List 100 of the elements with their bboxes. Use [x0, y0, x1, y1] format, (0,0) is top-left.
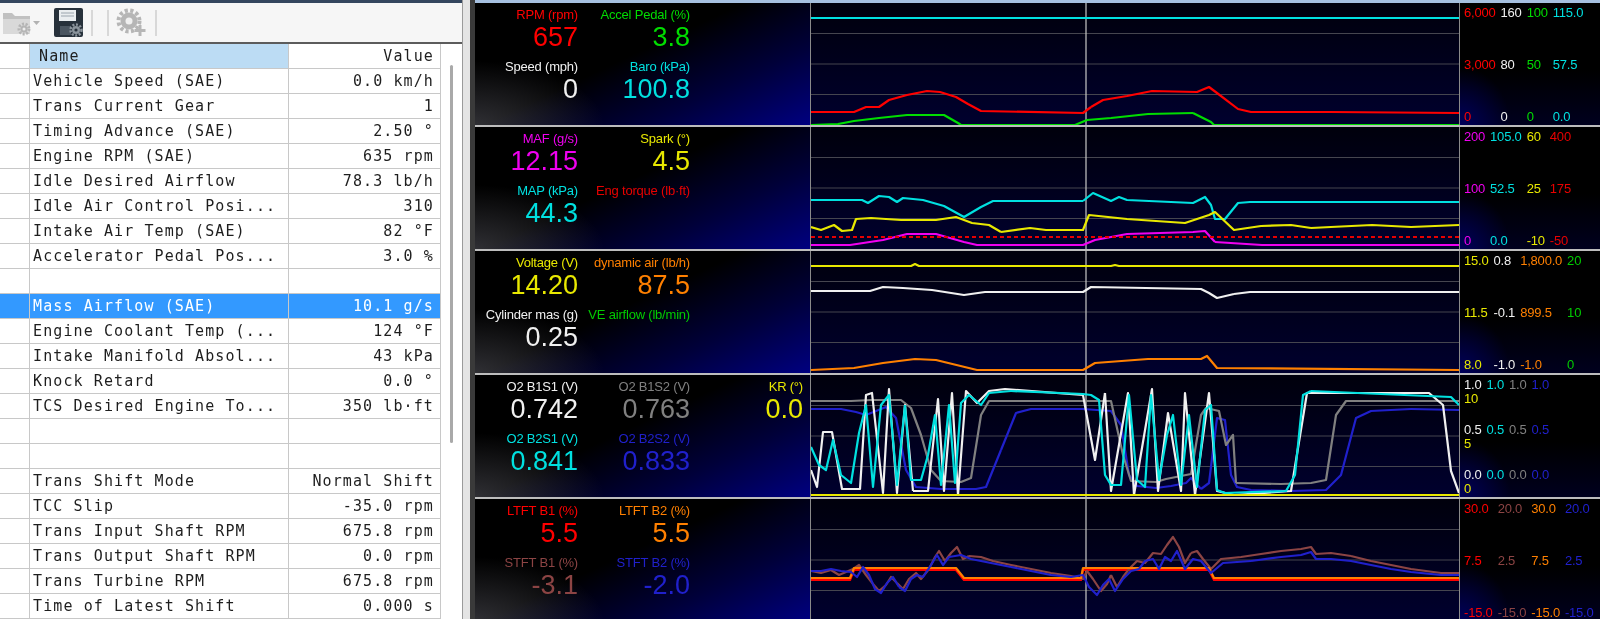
- axis-label: 1.0: [1508, 378, 1527, 392]
- axis-label: -1.0: [1520, 358, 1543, 372]
- axis-label: 0: [1464, 234, 1473, 248]
- axis-label: 0.5: [1508, 423, 1527, 437]
- gauge-label: Accel Pedal (%): [600, 7, 690, 22]
- gauge-label: dynamic air (lb/h): [593, 255, 690, 270]
- table-row[interactable]: TCS Desired Engine To... 350 lb·ft: [0, 394, 441, 419]
- table-row[interactable]: Trans Shift Mode Normal Shift: [0, 469, 441, 494]
- gauge-value: 0.0: [765, 394, 803, 425]
- gauge-value: 0.763: [622, 394, 690, 425]
- gauge-label: Speed (mph): [505, 59, 578, 74]
- axis-label: 6,000: [1464, 6, 1496, 20]
- axis-label: 10: [1464, 392, 1480, 406]
- gauge-label: MAF (g/s): [522, 131, 578, 146]
- axis-label: 175: [1549, 182, 1571, 196]
- scrollbar-thumb[interactable]: [450, 65, 453, 443]
- gauge-label: MAP (kPa): [517, 183, 578, 198]
- axis-label: 15.0: [1464, 254, 1489, 268]
- table-row[interactable]: TCC Slip -35.0 rpm: [0, 494, 441, 519]
- table-row[interactable]: Idle Air Control Posi... 310: [0, 194, 441, 219]
- table-row[interactable]: Knock Retard 0.0 °: [0, 369, 441, 394]
- gauge-label: LTFT B1 (%): [507, 503, 578, 518]
- axis-label: 10: [1567, 306, 1582, 320]
- axis-label: 80: [1500, 58, 1516, 72]
- table-row[interactable]: Timing Advance (SAE) 2.50 °: [0, 119, 441, 144]
- axis-label: 1.0: [1486, 378, 1504, 392]
- table-row[interactable]: [0, 419, 441, 444]
- table-row[interactable]: Time of Latest Shift 0.000 s: [0, 594, 441, 619]
- axis-label: 20: [1567, 254, 1582, 268]
- gauge-label: Spark (°): [640, 131, 690, 146]
- axis-label: 100: [1526, 6, 1548, 20]
- table-row[interactable]: Accelerator Pedal Pos... 3.0 %: [0, 244, 441, 269]
- axis-label: 105.0: [1490, 130, 1522, 144]
- gauge-value: 3.8: [652, 22, 690, 53]
- gauge-value: 0.833: [622, 446, 690, 477]
- axis-label: 7.5: [1464, 554, 1483, 568]
- gauge-label: Baro (kPa): [629, 59, 690, 74]
- gauge-label: O2 B2S2 (V): [618, 431, 690, 446]
- axis-label: -15.0: [1564, 606, 1594, 619]
- table-row[interactable]: Idle Desired Airflow 78.3 lb/h: [0, 169, 441, 194]
- gauge-label: RPM (rpm): [516, 7, 578, 22]
- gauge-value: -2.0: [643, 570, 690, 601]
- gauge-label: STFT B1 (%): [504, 555, 578, 570]
- axis-label: 0: [1500, 110, 1509, 124]
- gauge-label: O2 B1S2 (V): [618, 379, 690, 394]
- axis-label: 1.0: [1464, 378, 1482, 392]
- gauge-label: O2 B1S1 (V): [506, 379, 578, 394]
- axis-label: 60: [1526, 130, 1542, 144]
- axis-label: 30.0: [1531, 502, 1557, 516]
- axis-label: 7.5: [1531, 554, 1550, 568]
- table-row[interactable]: Engine Coolant Temp (... 124 °F: [0, 319, 441, 344]
- axis-label: 3,000: [1464, 58, 1496, 72]
- axis-label: -50: [1549, 234, 1570, 248]
- column-header[interactable]: Value: [289, 44, 441, 69]
- axis-label: 160: [1500, 6, 1522, 20]
- table-row[interactable]: Trans Turbine RPM 675.8 rpm: [0, 569, 441, 594]
- gauge-value: 5.5: [652, 518, 690, 549]
- table-cell: Time of Latest Shift: [30, 594, 289, 619]
- gauge-value: 0.841: [510, 446, 578, 477]
- save-button[interactable]: [54, 8, 83, 37]
- axis-label: 1,800.0: [1520, 254, 1563, 268]
- axis-label: 11.5: [1464, 306, 1489, 320]
- table-row[interactable]: Trans Current Gear 1: [0, 94, 441, 119]
- table-row[interactable]: Engine RPM (SAE) 635 rpm: [0, 144, 441, 169]
- axis-label: 0: [1526, 110, 1535, 124]
- gauge-label: Eng torque (lb·ft): [596, 183, 690, 198]
- table-row[interactable]: Vehicle Speed (SAE) 0.0 km/h: [0, 69, 441, 94]
- axis-label: 0: [1567, 358, 1576, 372]
- axis-label: 0.0: [1464, 468, 1482, 482]
- axis-label: 20.0: [1497, 502, 1524, 516]
- axis-label: 8.0: [1464, 358, 1483, 372]
- gear-plus-icon: [115, 8, 147, 37]
- axis-label: -15.0: [1497, 606, 1527, 619]
- gauge-value: 12.15: [510, 146, 578, 177]
- gauge-label: Cylinder mas (g): [485, 307, 578, 322]
- table-row[interactable]: Intake Air Temp (SAE) 82 °F: [0, 219, 441, 244]
- axis-label: -10: [1526, 234, 1545, 248]
- axis-label: 52.5: [1490, 182, 1516, 196]
- axis-label: -0.1: [1493, 306, 1516, 320]
- axis-label: 0.0: [1508, 468, 1527, 482]
- axis-label: 50: [1526, 58, 1542, 72]
- table-row[interactable]: Intake Manifold Absol... 43 kPa: [0, 344, 441, 369]
- gauge-label: O2 B2S1 (V): [506, 431, 578, 446]
- gauge-value: 0.742: [510, 394, 578, 425]
- axis-label: 2.5: [1564, 554, 1584, 568]
- column-header[interactable]: Name: [30, 44, 289, 69]
- axis-label: 115.0: [1552, 6, 1584, 20]
- splitter-bar[interactable]: [463, 0, 475, 619]
- gauge-value: 100.8: [622, 74, 690, 105]
- axis-label: 5: [1464, 437, 1473, 451]
- axis-label: 1.0: [1531, 378, 1549, 392]
- axis-label: 0.5: [1486, 423, 1504, 437]
- axis-label: 0: [1464, 482, 1473, 496]
- table-row[interactable]: Trans Input Shaft RPM 675.8 rpm: [0, 519, 441, 544]
- gauge-value: 0.25: [525, 322, 578, 353]
- axis-label: 57.5: [1552, 58, 1579, 72]
- axis-label: -1.0: [1493, 358, 1516, 372]
- table-row[interactable]: Trans Output Shaft RPM 0.0 rpm: [0, 544, 441, 569]
- table-row[interactable]: [0, 444, 441, 469]
- table-row[interactable]: [0, 269, 441, 294]
